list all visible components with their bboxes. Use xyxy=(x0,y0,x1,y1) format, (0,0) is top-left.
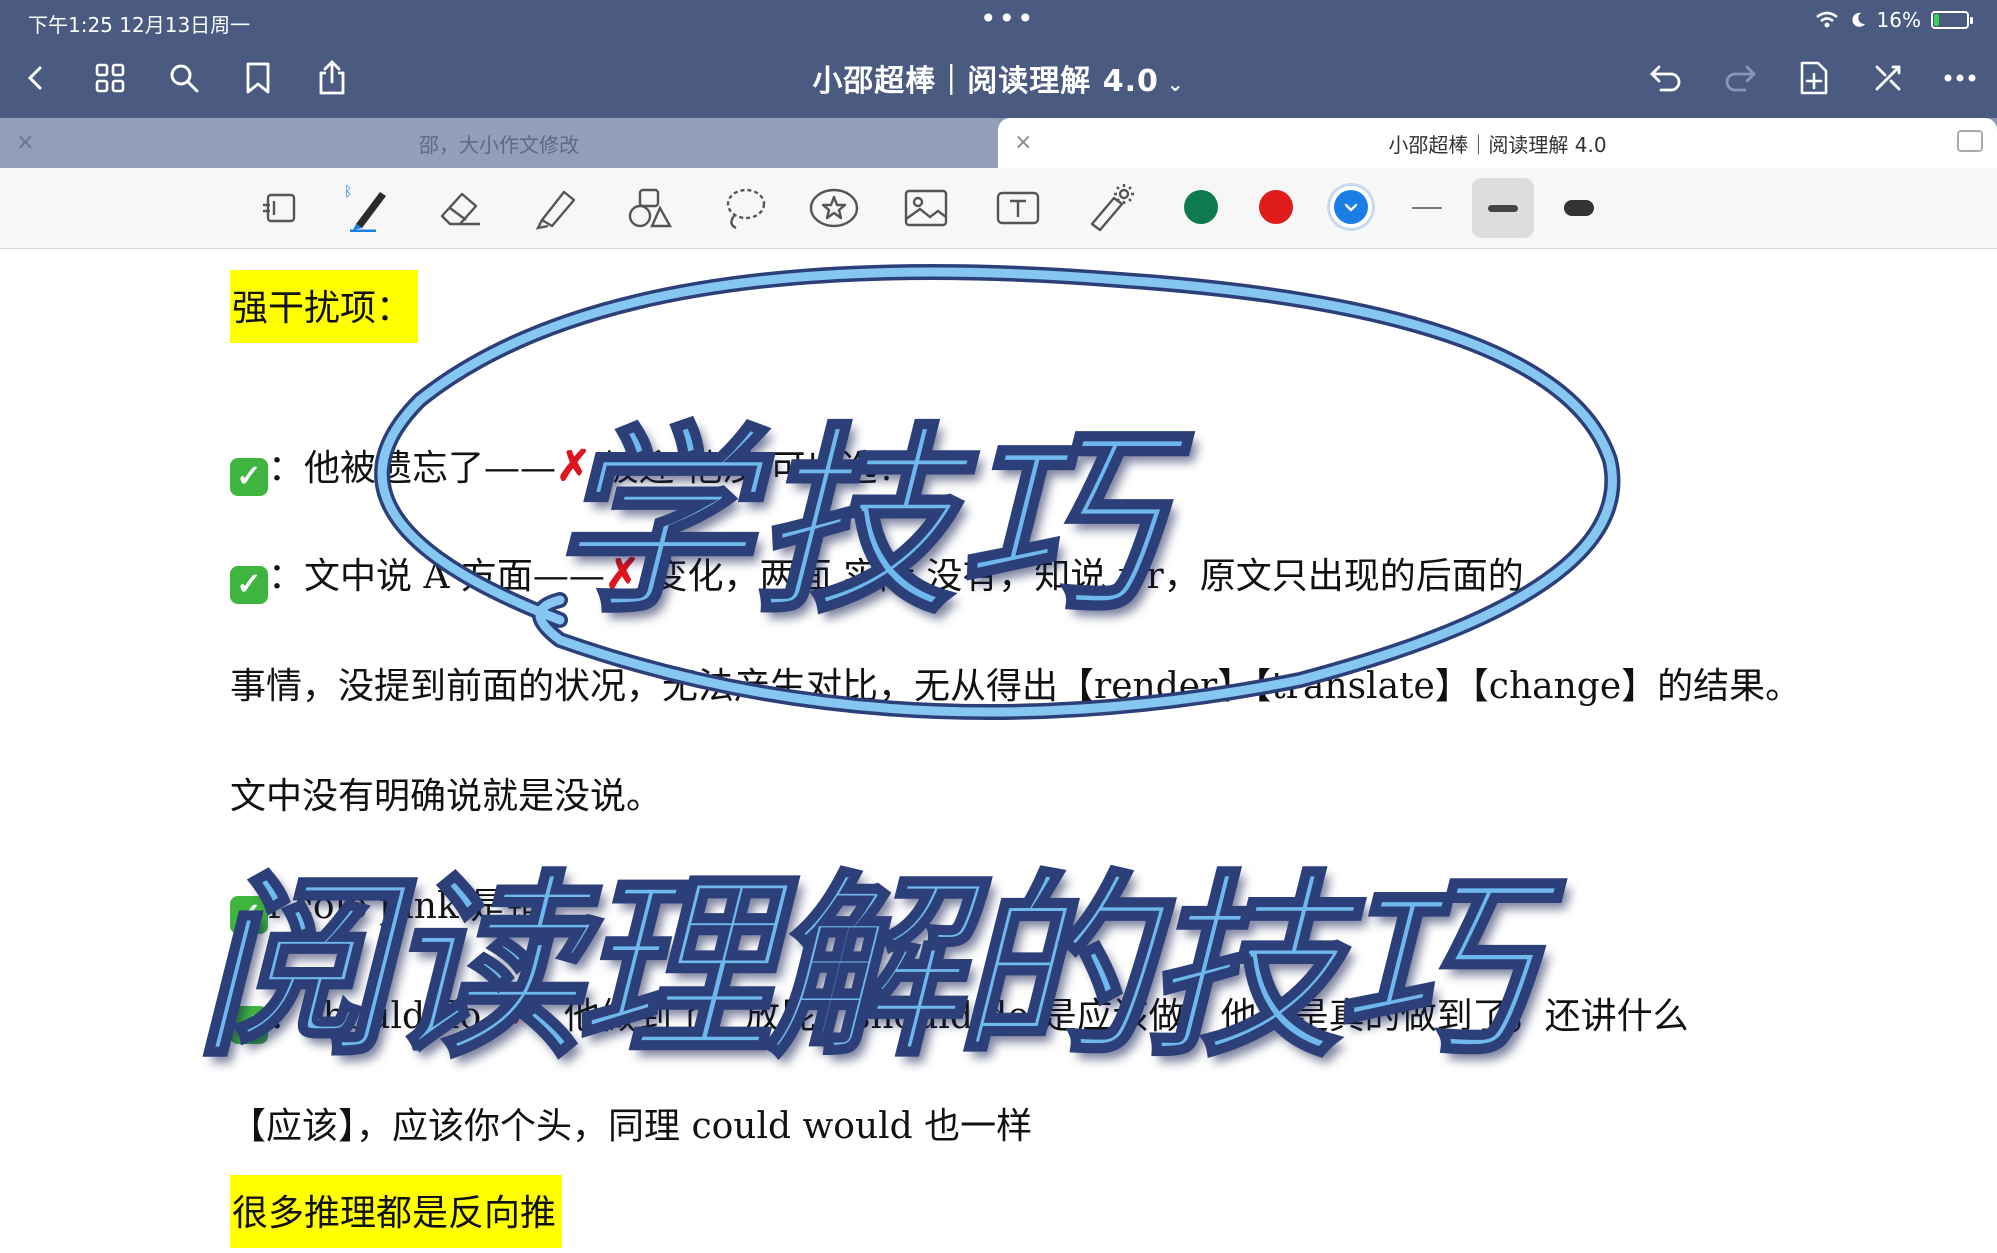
heading-strong-distractor: 强干扰项： xyxy=(230,270,419,343)
nav-bar: 小邵超棒｜阅读理解 4.0 ⌄ xyxy=(0,42,1997,118)
status-right: 16% xyxy=(1815,8,1973,32)
eraser-icon[interactable] xyxy=(432,182,488,234)
stroke-width-thick[interactable] xyxy=(1548,178,1610,238)
highlighted-heading: 强干扰项： xyxy=(230,270,419,343)
tab-active[interactable]: × 小邵超棒｜阅读理解 4.0 xyxy=(998,118,1997,168)
color-swatch-red[interactable] xyxy=(1259,190,1293,224)
tool-bar: ᛒ xyxy=(0,168,1997,249)
more-icon[interactable] xyxy=(1936,54,1984,102)
sticker-icon[interactable] xyxy=(806,182,862,234)
undo-icon[interactable] xyxy=(1642,54,1690,102)
wifi-icon xyxy=(1815,11,1838,28)
highlighter-icon[interactable] xyxy=(528,182,584,234)
redo-icon[interactable] xyxy=(1716,54,1764,102)
close-cross-icon[interactable] xyxy=(1864,54,1912,102)
status-time: 下午1:25 12月13日周一 xyxy=(28,13,251,37)
lasso-icon[interactable] xyxy=(716,182,772,234)
chevron-down-icon[interactable]: ⌄ xyxy=(1167,72,1185,96)
add-page-icon[interactable] xyxy=(1790,54,1838,102)
overlay-title-top: 学技巧 xyxy=(548,405,1163,642)
tab-bar: × 邵，大小作文修改 × 小邵超棒｜阅读理解 4.0 xyxy=(0,118,1997,168)
battery-level xyxy=(1934,14,1940,26)
laser-pointer-icon[interactable] xyxy=(1082,182,1138,234)
split-view-icon[interactable] xyxy=(1957,130,1983,152)
check-icon: ✓ xyxy=(230,458,268,496)
document-title[interactable]: 小邵超棒｜阅读理解 4.0 ⌄ xyxy=(0,56,1997,100)
tab-label: 邵，大小作文修改 xyxy=(419,132,579,157)
tab-label: 小邵超棒｜阅读理解 4.0 xyxy=(1388,132,1607,157)
highlighted-heading: 很多推理都是反向推 xyxy=(230,1175,563,1248)
color-swatch-green[interactable] xyxy=(1184,190,1218,224)
svg-text:ᛒ: ᛒ xyxy=(344,184,352,200)
check-icon: ✓ xyxy=(230,566,268,604)
stroke-width-medium[interactable] xyxy=(1472,178,1534,238)
stroke-width-thin[interactable] xyxy=(1396,178,1458,238)
overlay-title-bottom: 阅读理解的技巧 xyxy=(193,853,1533,1085)
document-title-text: 小邵超棒｜阅读理解 4.0 xyxy=(812,64,1159,99)
page-view-icon[interactable] xyxy=(252,182,308,234)
multitask-dots[interactable]: ••• xyxy=(980,2,1036,35)
tab-inactive[interactable]: × 邵，大小作文修改 xyxy=(0,118,998,168)
note-line-6: 【应该】，应该你个头，同理 could would 也一样 xyxy=(230,1106,1033,1147)
shapes-icon[interactable] xyxy=(622,182,678,234)
text-box-icon[interactable] xyxy=(990,182,1046,234)
note-line-2b: 事情，没提到前面的状况，无法产生对比，无从得出【render】【translat… xyxy=(230,666,1802,707)
heading-reverse-reasoning: 很多推理都是反向推 xyxy=(230,1175,563,1248)
status-bar: 下午1:25 12月13日周一 ••• 16% xyxy=(0,0,1997,42)
tab-close-icon[interactable]: × xyxy=(16,130,34,155)
moon-icon xyxy=(1851,12,1865,27)
tab-close-icon[interactable]: × xyxy=(1014,130,1032,155)
image-icon[interactable] xyxy=(898,182,954,234)
battery-percent: 16% xyxy=(1876,8,1921,32)
color-swatch-blue[interactable] xyxy=(1334,190,1368,224)
battery-charging-icon xyxy=(1931,11,1973,29)
pen-icon[interactable]: ᛒ xyxy=(340,182,396,234)
chevron-down-icon xyxy=(1344,203,1358,212)
